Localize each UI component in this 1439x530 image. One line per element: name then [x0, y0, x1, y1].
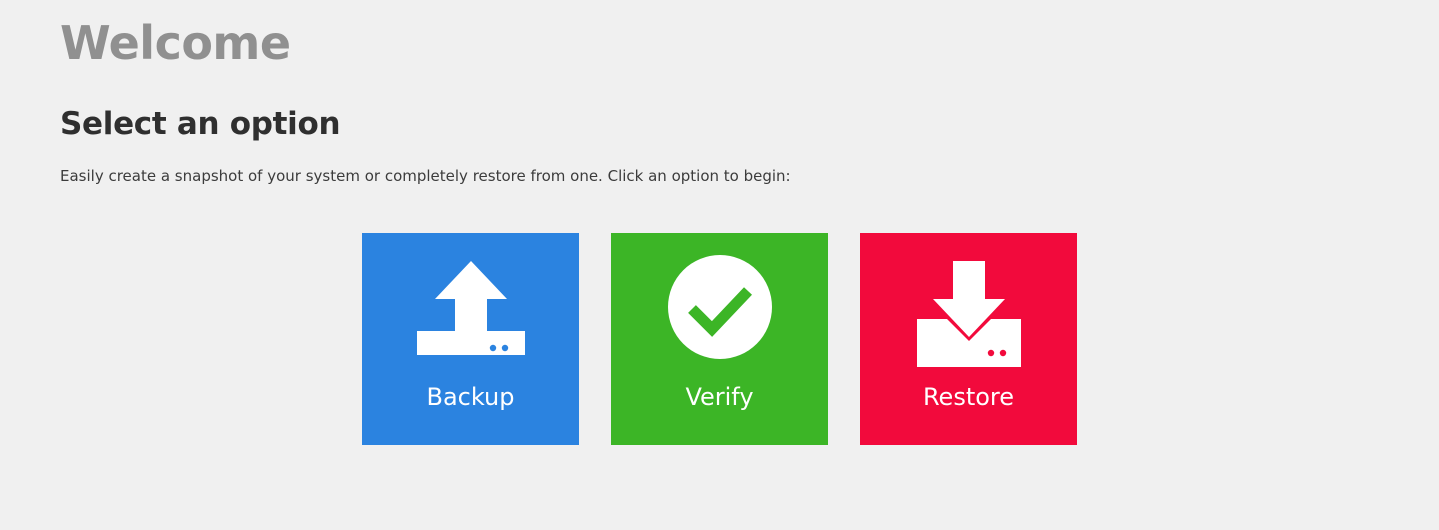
check-circle-icon [611, 255, 828, 361]
backup-button-label: Backup [426, 383, 515, 411]
instructions-text: Easily create a snapshot of your system … [60, 167, 791, 185]
restore-button[interactable]: Restore [860, 233, 1077, 445]
verify-button[interactable]: Verify [611, 233, 828, 445]
download-to-drive-icon [860, 255, 1077, 367]
backup-button[interactable]: Backup [362, 233, 579, 445]
restore-button-label: Restore [922, 383, 1015, 411]
upload-to-drive-icon [362, 255, 579, 355]
page-title: Welcome [60, 16, 291, 70]
verify-button-label: Verify [685, 383, 754, 411]
section-heading: Select an option [60, 106, 341, 142]
options-group: Backup Verify Restore [362, 233, 1077, 445]
